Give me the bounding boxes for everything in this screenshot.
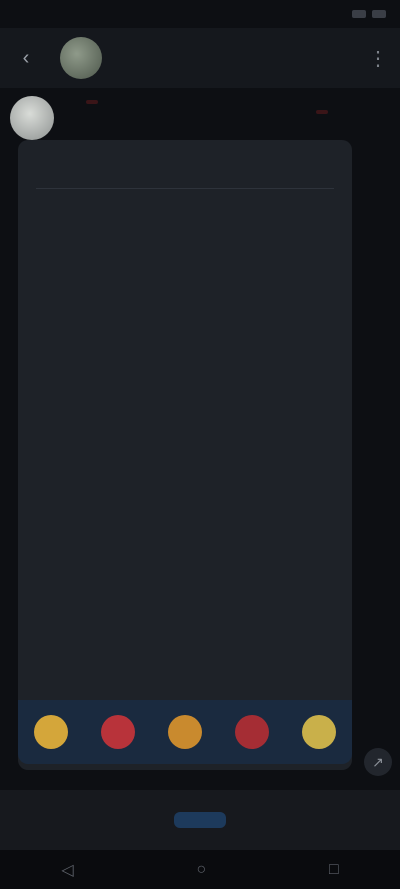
- battery-icon: [372, 10, 386, 18]
- nav-back-icon[interactable]: ◁: [61, 860, 73, 880]
- orange-reaction-icon[interactable]: [167, 715, 202, 749]
- nav-recents-icon[interactable]: □: [329, 861, 339, 879]
- reaction-row: [18, 700, 352, 764]
- share-icon[interactable]: ↗: [364, 748, 392, 776]
- status-bar: [0, 0, 400, 28]
- status-icons: [352, 10, 386, 18]
- bottom-bar: [0, 790, 400, 850]
- yellow-reaction-icon[interactable]: [34, 715, 69, 749]
- signal-icon: [352, 10, 366, 18]
- chat-header: ‹ ⋮: [0, 28, 400, 88]
- more-icon[interactable]: ⋮: [368, 46, 388, 71]
- screen: ‹ ⋮ ↗ ◁ ○ □: [0, 0, 400, 889]
- yellow-reaction-icon[interactable]: [301, 715, 336, 749]
- channel-avatar[interactable]: [60, 37, 102, 79]
- join-button[interactable]: [174, 812, 226, 828]
- sender-row: [68, 100, 98, 104]
- sender-badge: [86, 100, 98, 104]
- red-reaction-icon[interactable]: [234, 715, 269, 749]
- back-arrow-icon[interactable]: ‹: [12, 44, 40, 72]
- message-badge: [316, 110, 328, 114]
- nav-home-icon[interactable]: ○: [196, 861, 206, 879]
- message-divider: [36, 188, 334, 189]
- message-bubble[interactable]: [18, 140, 352, 770]
- system-nav-bar: ◁ ○ □: [0, 850, 400, 889]
- red-reaction-icon[interactable]: [101, 715, 136, 749]
- sender-avatar[interactable]: [10, 96, 54, 140]
